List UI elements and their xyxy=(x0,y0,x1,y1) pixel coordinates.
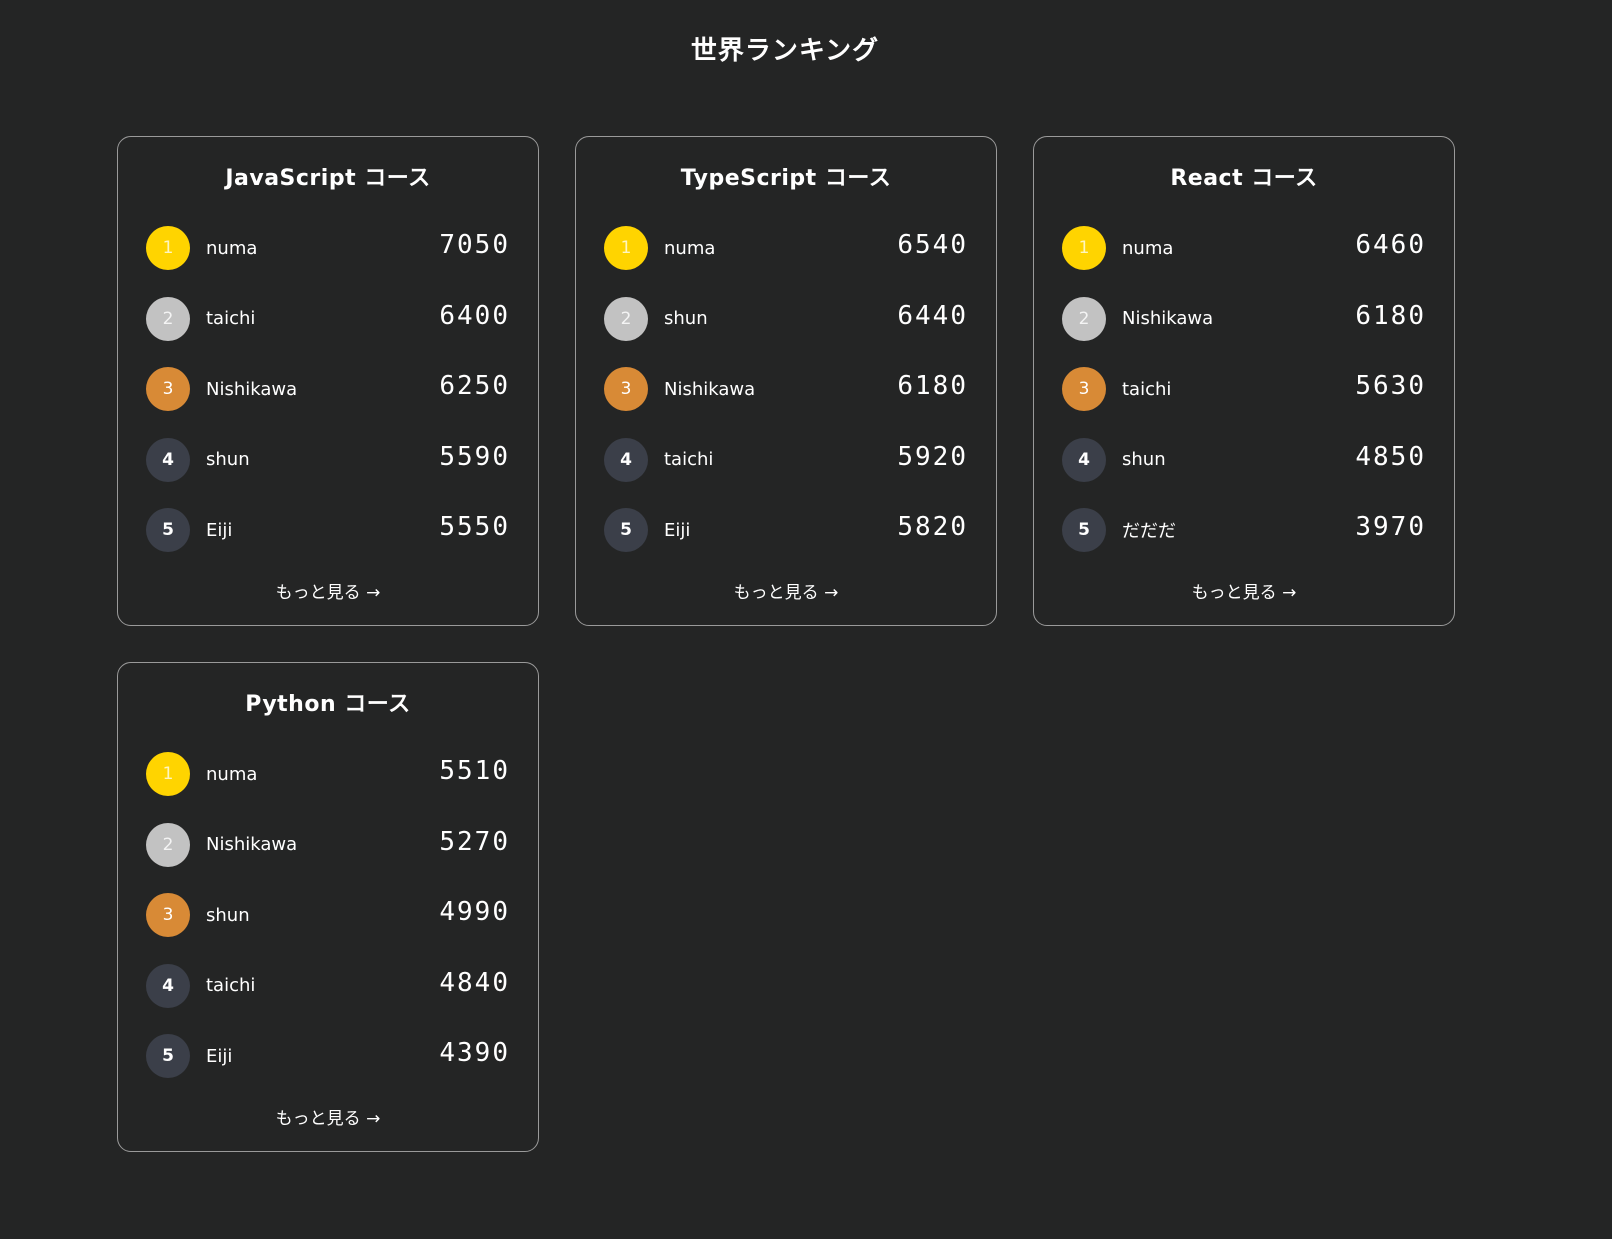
score: 4990 xyxy=(439,897,510,928)
ranking-row: 2 Nishikawa 5270 xyxy=(146,810,510,881)
user-name: numa xyxy=(1122,237,1174,259)
rank-badge: 5 xyxy=(604,508,648,553)
rank-badge-silver: 2 xyxy=(146,822,190,867)
user-name: Eiji xyxy=(206,519,233,541)
score: 3970 xyxy=(1355,512,1426,543)
rank-badge-gold: 1 xyxy=(604,226,648,271)
user-name: だだだ xyxy=(1122,521,1176,543)
see-more-link[interactable]: もっと見る → xyxy=(1034,578,1454,603)
ranking-grid: JavaScript コース 1 numa 7050 2 taichi 6400… xyxy=(117,136,1455,1152)
ranking-row: 2 shun 6440 xyxy=(604,284,968,355)
rank-badge: 4 xyxy=(604,437,648,482)
user-name: shun xyxy=(206,449,250,471)
course-title: React コース xyxy=(1170,166,1318,191)
score: 5920 xyxy=(897,441,968,472)
ranking-row: 5 Eiji 4390 xyxy=(146,1021,510,1092)
user-name: shun xyxy=(206,904,250,926)
course-card-javascript: JavaScript コース 1 numa 7050 2 taichi 6400… xyxy=(117,136,539,626)
rank-badge: 4 xyxy=(1062,437,1106,482)
ranking-row: 1 numa 7050 xyxy=(146,213,510,284)
user-name: shun xyxy=(664,308,708,330)
score: 5630 xyxy=(1355,371,1426,402)
user-name: numa xyxy=(664,237,716,259)
course-title: Python コース xyxy=(245,692,411,717)
ranking-row: 3 Nishikawa 6180 xyxy=(604,354,968,425)
rank-badge-bronze: 3 xyxy=(146,367,190,412)
ranking-row: 3 taichi 5630 xyxy=(1062,354,1426,425)
score: 7050 xyxy=(439,230,510,261)
ranking-row: 2 Nishikawa 6180 xyxy=(1062,284,1426,355)
ranking-row: 5 だだだ 3970 xyxy=(1062,495,1426,566)
score: 5590 xyxy=(439,441,510,472)
ranking-list: 1 numa 7050 2 taichi 6400 3 Nishikawa 62… xyxy=(146,213,510,566)
ranking-row: 3 shun 4990 xyxy=(146,880,510,951)
score: 6460 xyxy=(1355,230,1426,261)
course-card-python: Python コース 1 numa 5510 2 Nishikawa 5270 … xyxy=(117,662,539,1152)
user-name: numa xyxy=(206,763,258,785)
ranking-list: 1 numa 6540 2 shun 6440 3 Nishikawa 6180… xyxy=(604,213,968,566)
rank-badge-gold: 1 xyxy=(146,226,190,271)
rank-badge: 4 xyxy=(146,437,190,482)
score: 6440 xyxy=(897,300,968,331)
rank-badge-gold: 1 xyxy=(1062,226,1106,271)
user-name: taichi xyxy=(1122,378,1172,400)
ranking-row: 1 numa 6460 xyxy=(1062,213,1426,284)
score: 6180 xyxy=(897,371,968,402)
course-title: TypeScript コース xyxy=(680,166,892,191)
ranking-row: 4 taichi 5920 xyxy=(604,425,968,496)
ranking-list: 1 numa 5510 2 Nishikawa 5270 3 shun 4990… xyxy=(146,739,510,1092)
rank-badge: 5 xyxy=(1062,508,1106,553)
course-title: JavaScript コース xyxy=(225,166,431,191)
user-name: taichi xyxy=(206,308,256,330)
rank-badge-silver: 2 xyxy=(604,296,648,341)
user-name: Eiji xyxy=(206,1045,233,1067)
score: 6540 xyxy=(897,230,968,261)
user-name: Nishikawa xyxy=(206,378,298,400)
user-name: taichi xyxy=(206,975,256,997)
score: 5510 xyxy=(439,756,510,787)
ranking-row: 1 numa 6540 xyxy=(604,213,968,284)
user-name: shun xyxy=(1122,449,1166,471)
user-name: Nishikawa xyxy=(206,834,298,856)
score: 4840 xyxy=(439,967,510,998)
user-name: Eiji xyxy=(664,519,691,541)
rank-badge-bronze: 3 xyxy=(604,367,648,412)
ranking-row: 4 taichi 4840 xyxy=(146,951,510,1022)
ranking-row: 5 Eiji 5820 xyxy=(604,495,968,566)
rank-badge: 5 xyxy=(146,508,190,553)
user-name: Nishikawa xyxy=(1122,308,1214,330)
score: 6180 xyxy=(1355,300,1426,331)
ranking-row: 4 shun 5590 xyxy=(146,425,510,496)
score: 5270 xyxy=(439,826,510,857)
course-card-react: React コース 1 numa 6460 2 Nishikawa 6180 3… xyxy=(1033,136,1455,626)
rank-badge-silver: 2 xyxy=(1062,296,1106,341)
see-more-link[interactable]: もっと見る → xyxy=(576,578,996,603)
rank-badge-bronze: 3 xyxy=(146,893,190,938)
score: 5550 xyxy=(439,512,510,543)
rank-badge: 4 xyxy=(146,963,190,1008)
see-more-link[interactable]: もっと見る → xyxy=(118,1104,538,1129)
user-name: taichi xyxy=(664,449,714,471)
user-name: numa xyxy=(206,237,258,259)
see-more-link[interactable]: もっと見る → xyxy=(118,578,538,603)
ranking-row: 4 shun 4850 xyxy=(1062,425,1426,496)
rank-badge: 5 xyxy=(146,1034,190,1079)
user-name: Nishikawa xyxy=(664,378,756,400)
score: 6250 xyxy=(439,371,510,402)
ranking-row: 1 numa 5510 xyxy=(146,739,510,810)
ranking-list: 1 numa 6460 2 Nishikawa 6180 3 taichi 56… xyxy=(1062,213,1426,566)
ranking-row: 3 Nishikawa 6250 xyxy=(146,354,510,425)
course-card-typescript: TypeScript コース 1 numa 6540 2 shun 6440 3… xyxy=(575,136,997,626)
score: 4850 xyxy=(1355,441,1426,472)
ranking-row: 2 taichi 6400 xyxy=(146,284,510,355)
rank-badge-bronze: 3 xyxy=(1062,367,1106,412)
score: 6400 xyxy=(439,300,510,331)
rank-badge-gold: 1 xyxy=(146,752,190,797)
page-title: 世界ランキング xyxy=(690,36,880,66)
rank-badge-silver: 2 xyxy=(146,296,190,341)
score: 5820 xyxy=(897,512,968,543)
ranking-row: 5 Eiji 5550 xyxy=(146,495,510,566)
score: 4390 xyxy=(439,1038,510,1069)
